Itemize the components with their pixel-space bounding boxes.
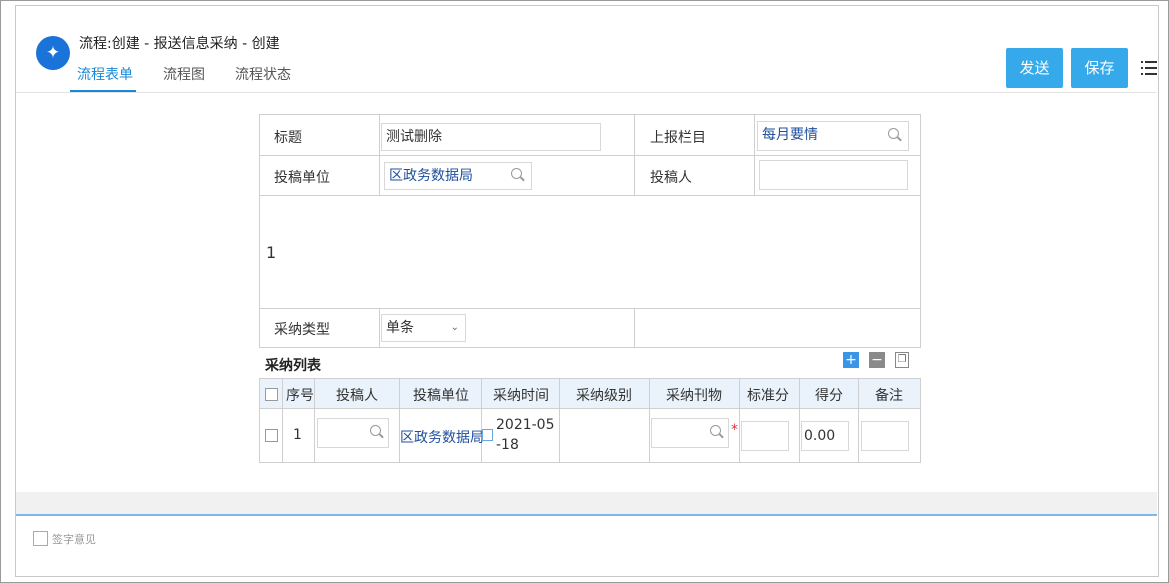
save-button[interactable]: 保存	[1071, 48, 1128, 88]
tab-flowchart[interactable]: 流程图	[163, 64, 205, 84]
unit-value: 区政务数据局	[389, 168, 473, 184]
row-submitter-input[interactable]	[317, 418, 389, 448]
calendar-icon[interactable]	[482, 429, 493, 441]
adopt-type-select[interactable]: 单条 ⌄	[381, 314, 466, 342]
search-icon[interactable]	[370, 425, 384, 439]
row-time[interactable]: 2021-05-18	[496, 415, 558, 455]
tab-form[interactable]: 流程表单	[77, 64, 133, 84]
row-score-input[interactable]: 0.00	[801, 421, 849, 451]
column-header: 投稿人	[336, 388, 378, 404]
header-divider	[16, 92, 1156, 93]
tab-status[interactable]: 流程状态	[235, 64, 291, 84]
row-checkbox[interactable]	[265, 429, 278, 442]
submitter-input[interactable]	[759, 160, 908, 190]
unit-label: 投稿单位	[274, 170, 330, 186]
column-header: 序号	[286, 388, 314, 404]
adopt-list-title: 采纳列表	[265, 358, 321, 374]
column-header: 标准分	[747, 388, 789, 404]
search-icon[interactable]	[511, 168, 525, 182]
app-logo-icon: ✦	[36, 36, 70, 70]
title-input[interactable]: 测试删除	[381, 123, 601, 151]
row-unit[interactable]: 区政务数据局	[400, 427, 484, 447]
add-row-icon[interactable]: +	[843, 352, 859, 368]
row-standard-score-input[interactable]	[741, 421, 789, 451]
column-label: 上报栏目	[650, 130, 706, 146]
title-label: 标题	[274, 130, 302, 146]
column-value: 每月要情	[762, 127, 818, 143]
adopt-type-label: 采纳类型	[274, 322, 330, 338]
copy-row-icon[interactable]: ❐	[895, 352, 909, 368]
edit-icon	[33, 531, 48, 546]
column-header: 采纳级别	[576, 388, 632, 404]
submitter-label: 投稿人	[650, 170, 692, 186]
form-table: 标题 测试删除 上报栏目 每月要情 投稿单位 区政务数据局 投稿人 1 采纳类型…	[259, 114, 921, 348]
menu-icon[interactable]	[1141, 60, 1157, 76]
row-index: 1	[293, 427, 302, 443]
search-icon[interactable]	[888, 128, 902, 142]
row-publication-input[interactable]	[651, 418, 729, 448]
column-select[interactable]: 每月要情	[757, 121, 909, 151]
column-header: 采纳刊物	[666, 388, 722, 404]
page-title: 流程:创建 - 报送信息采纳 - 创建	[79, 36, 280, 52]
column-header: 得分	[815, 388, 843, 404]
row-remark-input[interactable]	[861, 421, 909, 451]
send-button[interactable]: 发送	[1006, 48, 1063, 88]
content-text: 1	[266, 243, 277, 262]
unit-select[interactable]: 区政务数据局	[384, 162, 532, 190]
adopt-list-table: 序号 投稿人 投稿单位 采纳时间 采纳级别 采纳刊物 标准分 得分 备注 1 区…	[259, 378, 921, 463]
select-all-checkbox[interactable]	[265, 388, 278, 401]
column-header: 投稿单位	[413, 388, 469, 404]
divider-bar	[16, 492, 1157, 516]
adopt-type-value: 单条	[386, 320, 414, 336]
remove-row-icon[interactable]: −	[869, 352, 885, 368]
chevron-down-icon: ⌄	[450, 322, 459, 333]
search-icon[interactable]	[710, 425, 724, 439]
column-header: 采纳时间	[493, 388, 549, 404]
sign-opinion-label[interactable]: 签字意见	[52, 531, 96, 547]
column-header: 备注	[875, 388, 903, 404]
required-marker: *	[731, 422, 738, 438]
